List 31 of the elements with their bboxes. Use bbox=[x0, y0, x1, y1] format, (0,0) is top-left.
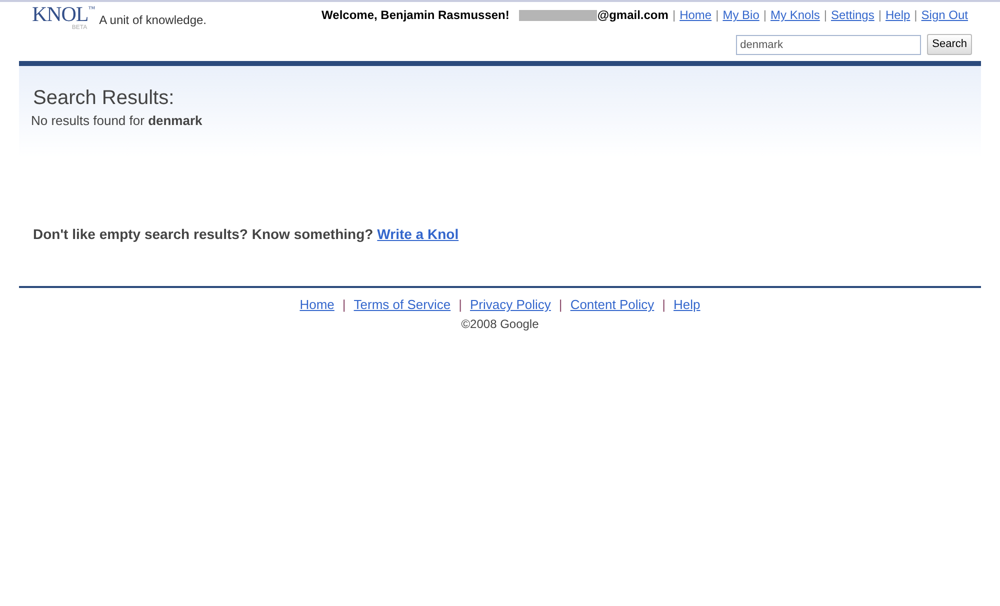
separator: | bbox=[914, 7, 918, 24]
separator: | bbox=[342, 296, 346, 314]
nav-link[interactable]: Settings bbox=[831, 6, 874, 24]
separator: | bbox=[763, 7, 767, 24]
separator: | bbox=[672, 7, 676, 24]
footer-link[interactable]: Help bbox=[674, 295, 700, 314]
separator: | bbox=[458, 296, 462, 314]
welcome-text: Welcome, Benjamin Rasmussen! bbox=[322, 7, 510, 24]
results-title: Search Results: bbox=[33, 86, 176, 111]
write-knol-link[interactable]: Write a Knol bbox=[377, 224, 459, 245]
footer-link[interactable]: Terms of Service bbox=[354, 295, 451, 314]
separator: | bbox=[878, 7, 882, 24]
footer-link[interactable]: Content Policy bbox=[570, 295, 654, 314]
footer-link[interactable]: Privacy Policy bbox=[470, 295, 551, 314]
results-message: No results found for denmark bbox=[31, 112, 204, 130]
separator: | bbox=[824, 7, 827, 24]
footer-link[interactable]: Home bbox=[300, 295, 334, 314]
nav-link[interactable]: My Bio bbox=[722, 6, 760, 24]
search-field[interactable]: denmark bbox=[736, 34, 922, 54]
copyright: ©2008 Google bbox=[461, 316, 539, 332]
nav-link[interactable]: My Knols bbox=[770, 6, 820, 24]
separator: | bbox=[716, 7, 719, 24]
nav-link[interactable]: Sign Out bbox=[921, 6, 968, 24]
search-button[interactable]: Search bbox=[927, 34, 972, 55]
separator: | bbox=[558, 296, 562, 314]
prompt-text: Don't like empty search results? Know something? bbox=[33, 225, 374, 244]
tagline: A unit of knowledge. bbox=[99, 12, 207, 29]
email-text: @gmail.com bbox=[597, 7, 668, 24]
nav-link[interactable]: Home bbox=[680, 6, 712, 24]
separator: | bbox=[662, 296, 666, 314]
nav-link[interactable]: Help bbox=[885, 6, 910, 24]
